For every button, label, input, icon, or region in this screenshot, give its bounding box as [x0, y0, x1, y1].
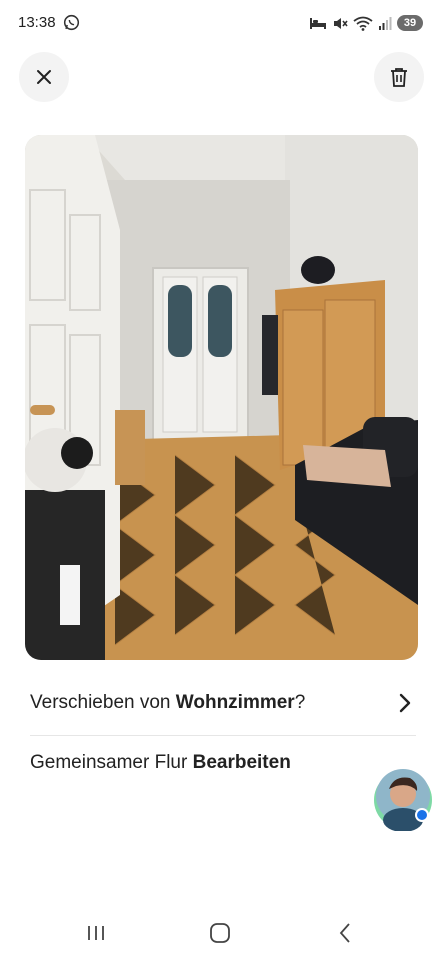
close-button[interactable] — [19, 52, 69, 102]
bed-icon — [310, 18, 326, 29]
room-photo-illustration — [25, 135, 418, 660]
move-from-room-row[interactable]: Verschieben von Wohnzimmer? — [30, 680, 420, 726]
home-button[interactable] — [205, 918, 235, 948]
wifi-icon — [353, 16, 373, 31]
room-name: Gemeinsamer Flur — [30, 752, 193, 773]
battery-icon: 39 — [397, 15, 423, 31]
move-room-name: Wohnzimmer — [175, 692, 295, 713]
move-suffix: ? — [294, 692, 306, 713]
trash-icon — [391, 68, 407, 87]
status-time: 13:38 — [18, 14, 56, 31]
move-label: Verschieben von Wohnzimmer? — [30, 692, 305, 714]
mute-icon — [334, 17, 348, 29]
back-button[interactable] — [330, 918, 360, 948]
shared-hallway-row: Gemeinsamer Flur Bearbeiten — [30, 752, 291, 774]
system-nav-bar — [0, 900, 443, 960]
signal-icon — [379, 17, 392, 30]
status-icons: 39 — [309, 14, 423, 32]
status-bar: 13:38 39 — [0, 0, 443, 46]
delete-button[interactable] — [374, 52, 424, 102]
back-icon — [339, 923, 350, 943]
whatsapp-icon — [63, 14, 80, 31]
move-prefix: Verschieben von — [30, 692, 176, 713]
room-photo[interactable] — [25, 135, 418, 660]
chevron-right-icon — [399, 693, 411, 713]
home-icon — [210, 923, 230, 943]
edit-button[interactable]: Bearbeiten — [193, 752, 291, 773]
recents-button[interactable] — [81, 918, 111, 948]
recents-icon — [88, 926, 104, 940]
avatar[interactable] — [374, 765, 432, 831]
message-badge-icon — [417, 810, 427, 820]
divider — [30, 735, 416, 736]
close-icon — [37, 70, 51, 84]
